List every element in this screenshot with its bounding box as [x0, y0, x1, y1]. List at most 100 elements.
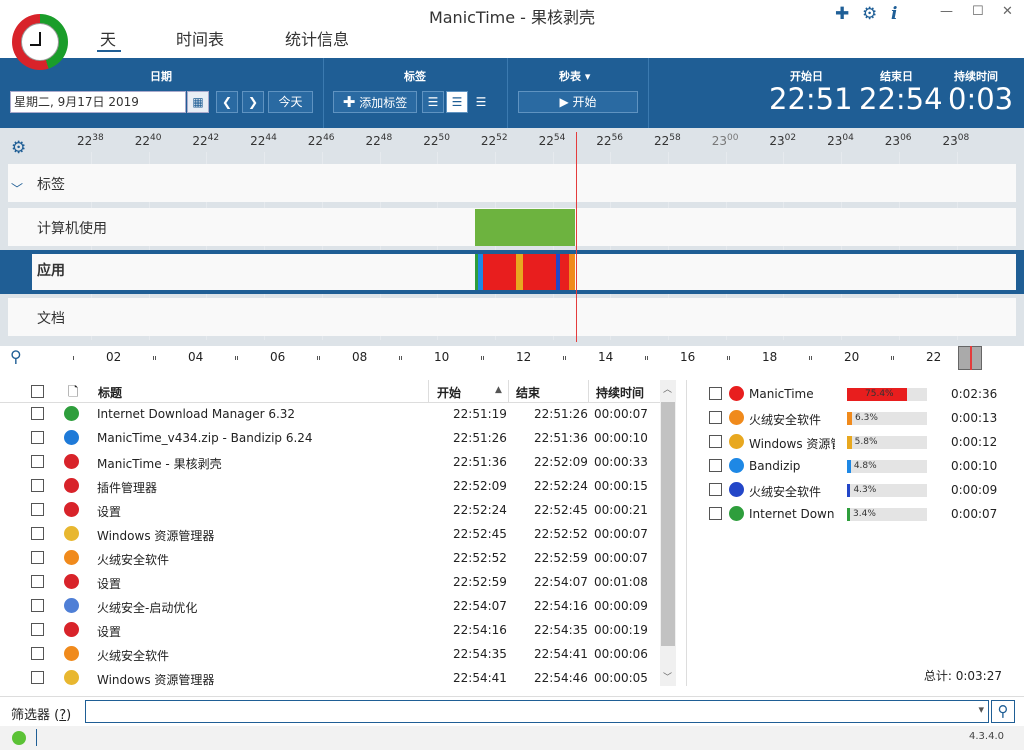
row-checkbox[interactable]: [31, 479, 44, 492]
row-checkbox[interactable]: [31, 647, 44, 660]
minimize-button[interactable]: —: [940, 4, 953, 19]
detail-list-icon[interactable]: ☰: [446, 91, 468, 113]
tab-timesheet[interactable]: 时间表: [176, 26, 224, 50]
bandizip-icon: [64, 430, 79, 445]
column-end[interactable]: 结束: [516, 384, 540, 401]
stopwatch-label[interactable]: 秒表 ▾: [559, 68, 590, 84]
table-row[interactable]: 设置 22:52:59 22:54:07 00:01:08: [0, 570, 660, 594]
row-duration: 00:00:19: [594, 623, 648, 637]
summary-checkbox[interactable]: [709, 507, 722, 520]
computer-usage-block[interactable]: [475, 209, 575, 246]
table-row[interactable]: ManicTime - 果核剥壳 22:51:36 22:52:09 00:00:33: [0, 450, 660, 474]
start-stopwatch-button[interactable]: ▶ 开始: [518, 91, 638, 113]
summary-row[interactable]: 火绒安全软件 4.3% 0:00:09: [687, 478, 1023, 502]
day-overview[interactable]: ⚲ 02 04 06 08 10 12 14 16 18 20 22: [8, 346, 1016, 370]
row-duration: 00:00:05: [594, 671, 648, 685]
search-icon[interactable]: ⚲: [10, 347, 22, 366]
summary-row[interactable]: ManicTime 75.4% 0:02:36: [687, 382, 1023, 406]
row-duration: 00:01:08: [594, 575, 648, 589]
row-duration: 00:00:07: [594, 527, 648, 541]
current-time-cursor[interactable]: [576, 132, 577, 342]
tab-day[interactable]: 天: [100, 26, 116, 50]
row-checkbox[interactable]: [31, 503, 44, 516]
gear-icon[interactable]: ⚙: [862, 4, 877, 24]
row-checkbox[interactable]: [31, 431, 44, 444]
scroll-down-icon[interactable]: ﹀: [663, 670, 672, 683]
chevron-down-icon[interactable]: ▾: [978, 703, 984, 716]
filter-input[interactable]: ▾: [85, 700, 989, 723]
timeline-row-computer-usage[interactable]: 计算机使用: [8, 208, 1016, 246]
table-row[interactable]: ManicTime_v434.zip - Bandizip 6.24 22:51:…: [0, 426, 660, 450]
scroll-up-icon[interactable]: ︿: [663, 382, 672, 395]
date-field[interactable]: 星期二, 9月17日 2019: [10, 91, 186, 113]
list-view-icon[interactable]: ☰: [422, 91, 444, 113]
add-tag-button[interactable]: ✚ 添加标签: [333, 91, 417, 113]
scrollbar-thumb[interactable]: [661, 402, 675, 646]
row-checkbox[interactable]: [31, 671, 44, 684]
summary-checkbox[interactable]: [709, 387, 722, 400]
select-all-checkbox[interactable]: [31, 385, 44, 398]
prev-day-button[interactable]: ❮: [216, 91, 238, 113]
table-row[interactable]: 火绒安全-启动优化 22:54:07 22:54:16 00:00:09: [0, 594, 660, 618]
table-row[interactable]: Windows 资源管理器 22:54:41 22:54:46 00:00:05: [0, 666, 660, 690]
summary-checkbox[interactable]: [709, 459, 722, 472]
table-row[interactable]: Internet Download Manager 6.32 22:51:19 22…: [0, 402, 660, 426]
summary-checkbox[interactable]: [709, 435, 722, 448]
timeline-row-tags[interactable]: ﹀ 标签: [8, 164, 1016, 202]
row-checkbox[interactable]: [31, 575, 44, 588]
tab-statistics[interactable]: 统计信息: [285, 26, 349, 50]
info-icon[interactable]: i: [891, 4, 897, 24]
row-end: 22:54:07: [534, 575, 588, 589]
row-checkbox[interactable]: [31, 551, 44, 564]
table-row[interactable]: 插件管理器 22:52:09 22:52:24 00:00:15: [0, 474, 660, 498]
app-segment-huorong-2[interactable]: [569, 254, 575, 290]
column-start[interactable]: 开始: [437, 384, 461, 401]
row-checkbox[interactable]: [31, 407, 44, 420]
overview-hour-label: 12: [516, 350, 532, 364]
filter-help-link[interactable]: ?: [59, 708, 66, 723]
add-tag-label: 添加标签: [359, 96, 408, 110]
calendar-icon[interactable]: ▦: [187, 91, 209, 113]
chevron-down-icon[interactable]: ﹀: [11, 180, 23, 197]
column-title[interactable]: 标题: [98, 384, 122, 401]
summary-row[interactable]: Windows 资源管 5.8% 0:00:12: [687, 430, 1023, 454]
timeline[interactable]: ⚙ 2238 2240 2242 2244 2246 2248 2250 2252 2254 22…: [0, 128, 1024, 346]
table-row[interactable]: 设置 22:54:16 22:54:35 00:00:19: [0, 618, 660, 642]
today-button[interactable]: 今天: [268, 91, 313, 113]
summary-checkbox[interactable]: [709, 483, 722, 496]
duration-value: 0:03: [948, 82, 1014, 116]
overview-hour-label: 20: [844, 350, 860, 364]
row-checkbox[interactable]: [31, 527, 44, 540]
next-day-button[interactable]: ❯: [242, 91, 264, 113]
idm-icon: [64, 406, 79, 421]
close-button[interactable]: ✕: [1002, 4, 1013, 19]
compact-list-icon[interactable]: ☰: [470, 91, 492, 113]
app-segment-explorer[interactable]: [516, 254, 523, 290]
summary-row[interactable]: Bandizip 4.8% 0:00:10: [687, 454, 1023, 478]
summary-duration: 0:00:12: [951, 435, 998, 449]
summary-row[interactable]: Internet Downl 3.4% 0:00:07: [687, 502, 1023, 526]
filter-search-button[interactable]: ⚲: [991, 700, 1015, 723]
row-checkbox[interactable]: [31, 623, 44, 636]
app-icon: [729, 386, 744, 401]
timeline-row-documents[interactable]: 文档: [8, 298, 1016, 336]
row-end: 22:54:41: [534, 647, 588, 661]
table-row[interactable]: Windows 资源管理器 22:52:45 22:52:52 00:00:07: [0, 522, 660, 546]
app-segment-manictime-2[interactable]: [523, 254, 556, 290]
timeline-settings-icon[interactable]: ⚙: [11, 138, 26, 158]
row-checkbox[interactable]: [31, 599, 44, 612]
end-time-value: 22:54: [859, 82, 943, 116]
table-row[interactable]: 设置 22:52:24 22:52:45 00:00:21: [0, 498, 660, 522]
maximize-button[interactable]: ☐: [972, 4, 984, 19]
timeline-row-applications[interactable]: 应用: [0, 250, 1024, 294]
summary-row[interactable]: 火绒安全软件 6.3% 0:00:13: [687, 406, 1023, 430]
time-tick: 2258: [654, 133, 681, 148]
row-checkbox[interactable]: [31, 455, 44, 468]
app-segment-manictime[interactable]: [483, 254, 516, 290]
table-row[interactable]: 火绒安全软件 22:54:35 22:54:41 00:00:06: [0, 642, 660, 666]
summary-checkbox[interactable]: [709, 411, 722, 424]
table-row[interactable]: 火绒安全软件 22:52:52 22:52:59 00:00:07: [0, 546, 660, 570]
app-segment-manictime-3[interactable]: [560, 254, 569, 290]
plugin-icon[interactable]: ✚: [835, 4, 849, 24]
column-duration[interactable]: 持续时间: [596, 384, 644, 401]
